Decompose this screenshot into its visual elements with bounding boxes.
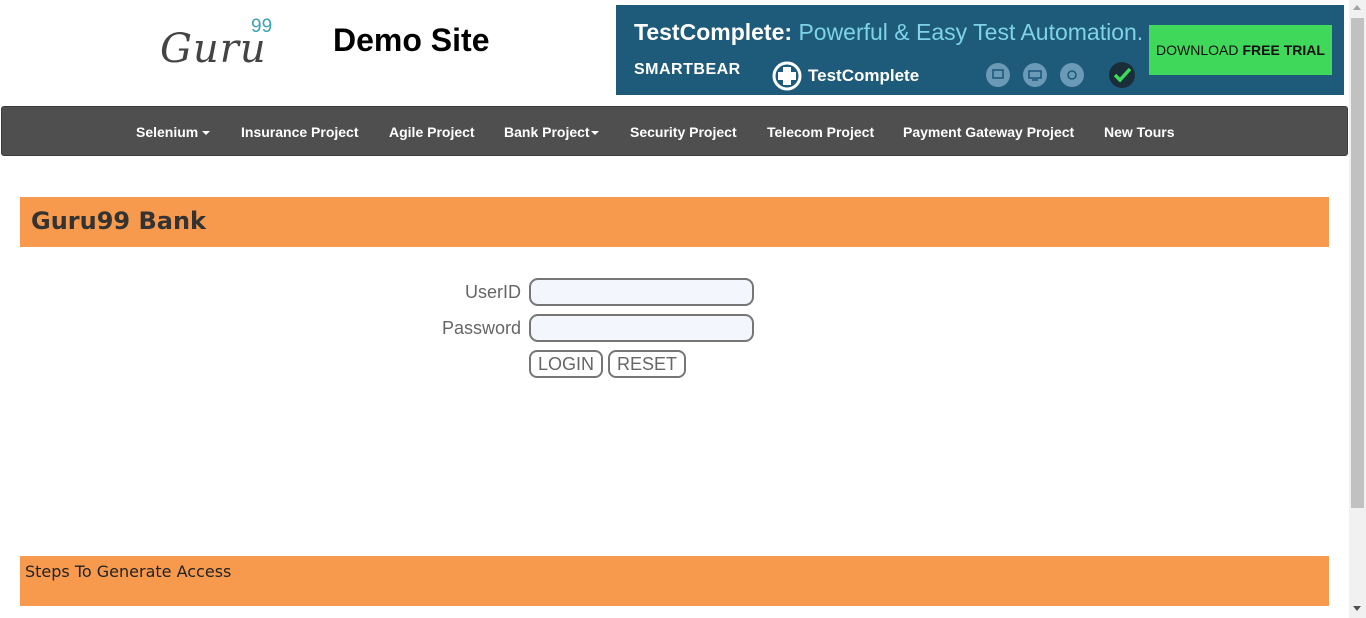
site-title: Demo Site (333, 22, 490, 58)
nav-item-label: Selenium (136, 124, 199, 140)
testcomplete-ad-banner[interactable]: TestComplete: Powerful & Easy Test Autom… (616, 5, 1344, 95)
chevron-down-icon (202, 131, 211, 136)
userid-label: UserID (464, 282, 521, 302)
password-label: Password (441, 318, 521, 338)
nav-item-label: Bank Project (504, 124, 590, 140)
page-scrollbar[interactable] (1349, 0, 1366, 618)
cta-normal-label: DOWNLOAD (1156, 42, 1239, 58)
password-input[interactable] (529, 314, 754, 342)
smartbear-brand: SMARTBEAR (634, 61, 741, 78)
steps-title: Steps To Generate Access (25, 562, 232, 581)
nav-item-telecom-project[interactable]: Telecom Project (767, 124, 874, 140)
userid-input[interactable] (529, 278, 754, 306)
scrollbar-thumb[interactable] (1351, 18, 1364, 508)
logo-number: 99 (251, 16, 273, 37)
nav-item-payment-gateway-project[interactable]: Payment Gateway Project (903, 124, 1074, 140)
page-title: Guru99 Bank (31, 207, 206, 235)
nav-item-agile-project[interactable]: Agile Project (389, 124, 475, 140)
banner-headline-product: TestComplete: (634, 19, 793, 45)
nav-item-label: Security Project (630, 124, 737, 140)
nav-item-label: New Tours (1104, 124, 1175, 140)
nav-item-security-project[interactable]: Security Project (630, 124, 737, 140)
guru99-logo[interactable]: Guru 99 (160, 16, 290, 72)
desktop-icon (986, 63, 1010, 87)
nav-item-label: Insurance Project (241, 124, 359, 140)
testcomplete-brand: TestComplete (772, 61, 919, 91)
chevron-down-icon (590, 131, 599, 136)
check-circle-icon (1109, 62, 1135, 88)
nav-item-label: Agile Project (389, 124, 475, 140)
banner-headline-tagline: Powerful & Easy Test Automation. (798, 19, 1144, 45)
scroll-up-icon[interactable] (1353, 5, 1361, 10)
nav-item-label: Payment Gateway Project (903, 124, 1075, 140)
steps-bar: Steps To Generate Access (20, 556, 1329, 606)
cta-bold-label: FREE TRIAL (1242, 42, 1325, 58)
testcomplete-brand-label: TestComplete (808, 66, 920, 85)
banner-headline: TestComplete: Powerful & Easy Test Autom… (634, 19, 1143, 46)
bank-title-bar: Guru99 Bank (20, 197, 1329, 247)
testcomplete-logo-icon (772, 61, 802, 91)
platform-icons (986, 60, 1137, 90)
download-free-trial-button[interactable]: DOWNLOAD FREE TRIAL (1149, 25, 1332, 75)
nav-item-selenium[interactable]: Selenium (136, 124, 211, 140)
nav-item-insurance-project[interactable]: Insurance Project (241, 124, 359, 140)
reset-button[interactable]: RESET (608, 350, 686, 378)
nav-item-label: Telecom Project (767, 124, 875, 140)
mobile-icon (1060, 63, 1084, 87)
scroll-down-icon[interactable] (1353, 606, 1361, 611)
web-icon (1023, 63, 1047, 87)
login-button[interactable]: LOGIN (529, 350, 603, 378)
nav-item-new-tours[interactable]: New Tours (1104, 124, 1175, 140)
main-navbar: Selenium Insurance Project Agile Project… (1, 106, 1348, 156)
nav-item-bank-project[interactable]: Bank Project (504, 124, 599, 140)
